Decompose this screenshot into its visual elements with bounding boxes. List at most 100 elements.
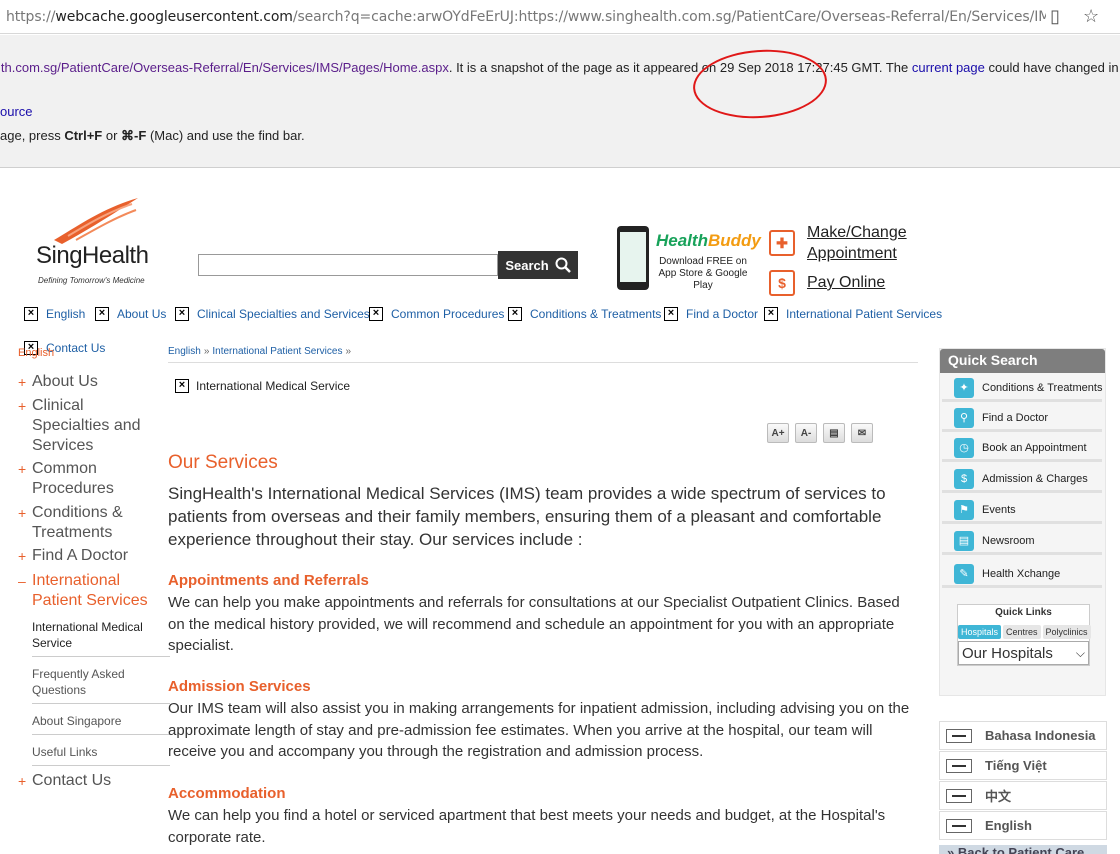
quick-search-title: Quick Search	[940, 349, 1105, 373]
flag-icon	[946, 788, 972, 803]
sidebar-item-clinical-specialties[interactable]: + Clinical Specialties and Services	[18, 396, 143, 456]
back-to-patient-care-link[interactable]: » Back to Patient Care	[939, 845, 1107, 854]
section-body-accommodation: We can help you find a hotel or serviced…	[168, 807, 886, 846]
quick-search-newsroom[interactable]: ▤ Newsroom	[942, 529, 1102, 555]
flag-icon: ⚑	[954, 499, 974, 520]
logo-swoosh-icon	[54, 198, 138, 244]
logo-text: SingHealth	[36, 242, 149, 269]
find-doctor-icon: ⚲	[954, 407, 974, 428]
view-source-link[interactable]: ource	[0, 104, 33, 119]
reader-mode-icon[interactable]: ▯	[1050, 6, 1060, 27]
sidebar-item-conditions-treatments[interactable]: + Conditions & Treatments	[18, 503, 136, 543]
lang-chinese[interactable]: 中文	[939, 781, 1107, 810]
current-page-link[interactable]: current page	[912, 60, 985, 75]
email-icon[interactable]: ✉	[851, 423, 873, 443]
sidebar-item-about-us[interactable]: + About Us	[18, 372, 98, 392]
breadcrumb: English» International Patient Services»	[168, 346, 352, 357]
search-button[interactable]: Search	[498, 251, 578, 279]
print-icon[interactable]: ▤	[823, 423, 845, 443]
sidebar-sub-international-medical-service[interactable]: International Medical Service	[32, 619, 170, 657]
phone-icon[interactable]	[617, 226, 649, 290]
breadcrumb-english[interactable]: English	[168, 346, 201, 357]
broken-image-icon: ×	[369, 307, 383, 321]
dollar-icon: $	[954, 468, 974, 489]
sidebar-item-international-patient-services[interactable]: – International Patient Services	[18, 571, 148, 611]
pay-online-link[interactable]: Pay Online	[807, 272, 885, 293]
dollar-icon: $	[769, 270, 795, 296]
broken-image-icon: ×	[764, 307, 778, 321]
broken-image-icon: ×	[508, 307, 522, 321]
lang-vietnamese[interactable]: Tiếng Việt	[939, 751, 1107, 780]
increase-font-button[interactable]: A+	[767, 423, 789, 443]
flag-icon	[946, 818, 972, 833]
breadcrumb-international-patient-services[interactable]: International Patient Services	[212, 346, 342, 357]
page-title: Our Services	[168, 452, 278, 473]
page-tools: A+ A- ▤ ✉	[767, 423, 873, 443]
quick-search-find-doctor[interactable]: ⚲ Find a Doctor	[942, 406, 1102, 432]
logo-tagline: Defining Tomorrow's Medicine	[38, 276, 145, 285]
cache-info-line: lth.com.sg/PatientCare/Overseas-Referral…	[0, 60, 1119, 75]
healthbuddy-subtext: Download FREE on App Store & Google Play	[658, 256, 748, 291]
search-icon	[555, 257, 571, 273]
cache-banner: lth.com.sg/PatientCare/Overseas-Referral…	[0, 35, 1120, 168]
quick-links-tabs: Hospitals Centres Polyclinics	[958, 625, 1091, 639]
hospital-select[interactable]: Our Hospitals ⌵	[958, 641, 1089, 665]
tab-centres[interactable]: Centres	[1003, 625, 1041, 639]
tab-hospitals[interactable]: Hospitals	[958, 625, 1002, 639]
sidebar-item-find-doctor[interactable]: + Find A Doctor	[18, 546, 128, 566]
quick-search-admission[interactable]: $ Admission & Charges	[942, 467, 1102, 493]
healthbuddy-title[interactable]: HealthBuddy	[656, 231, 761, 251]
decrease-font-button[interactable]: A-	[795, 423, 817, 443]
sidebar-english-label[interactable]: English	[18, 347, 54, 359]
sidebar-sub-useful-links[interactable]: Useful Links	[32, 744, 170, 766]
address-bar[interactable]: https://webcache.googleusercontent.com/s…	[0, 0, 1120, 34]
sidebar-item-contact-us[interactable]: + Contact Us	[18, 771, 111, 791]
sidebar-sub-about-singapore[interactable]: About Singapore	[32, 713, 170, 735]
intro-text: SingHealth's International Medical Servi…	[168, 484, 886, 549]
lang-bahasa-indonesia[interactable]: Bahasa Indonesia	[939, 721, 1107, 750]
broken-image-icon: ×	[24, 307, 38, 321]
nav-conditions-treatments[interactable]: × Conditions & Treatments	[508, 307, 661, 321]
url-text[interactable]: https://webcache.googleusercontent.com/s…	[6, 9, 1046, 25]
section-title-appointments: Appointments and Referrals	[168, 572, 369, 589]
broken-image-icon: ×	[95, 307, 109, 321]
quick-search-events[interactable]: ⚑ Events	[942, 498, 1102, 524]
section-body-appointments: We can help you make appointments and re…	[168, 594, 900, 654]
broken-image-icon: ×	[175, 379, 189, 393]
cached-url-link[interactable]: lth.com.sg/PatientCare/Overseas-Referral…	[0, 60, 449, 75]
singhealth-logo[interactable]: SingHealth Defining Tomorrow's Medicine	[36, 196, 160, 288]
nav-common-procedures[interactable]: × Common Procedures	[369, 307, 504, 321]
nav-about-us[interactable]: × About Us	[95, 307, 166, 321]
conditions-icon: ✦	[954, 377, 974, 398]
flag-icon	[946, 728, 972, 743]
clock-icon: ◷	[954, 437, 974, 458]
nav-english[interactable]: × English	[24, 307, 85, 321]
sidebar-sub-faq[interactable]: Frequently Asked Questions	[32, 666, 170, 704]
sidebar-item-common-procedures[interactable]: + Common Procedures	[18, 459, 128, 499]
bookmark-star-icon[interactable]: ☆	[1083, 6, 1099, 27]
quick-search-book-appointment[interactable]: ◷ Book an Appointment	[942, 436, 1102, 462]
nav-clinical-specialties[interactable]: × Clinical Specialties and Services	[175, 307, 370, 321]
chevron-down-icon: ⌵	[1075, 645, 1085, 660]
make-appointment-link[interactable]: Make/Change Appointment	[807, 222, 917, 264]
find-tip: age, press Ctrl+F or ⌘-F (Mac) and use t…	[0, 128, 305, 143]
sub-nav-international-medical-service[interactable]: × International Medical Service	[175, 379, 350, 393]
flag-icon	[946, 758, 972, 773]
section-body-admission: Our IMS team will also assist you in mak…	[168, 700, 910, 760]
quick-search-health-xchange[interactable]: ✎ Health Xchange	[942, 562, 1102, 588]
section-title-accommodation: Accommodation	[168, 785, 286, 802]
stethoscope-icon: ✚	[769, 230, 795, 256]
broken-image-icon: ×	[175, 307, 189, 321]
lang-english[interactable]: English	[939, 811, 1107, 840]
nav-international-patient-services[interactable]: × International Patient Services	[764, 307, 942, 321]
broken-image-icon: ×	[664, 307, 678, 321]
breadcrumb-divider	[168, 362, 918, 363]
nav-find-doctor[interactable]: × Find a Doctor	[664, 307, 758, 321]
tab-polyclinics[interactable]: Polyclinics	[1042, 625, 1091, 639]
quick-search-conditions[interactable]: ✦ Conditions & Treatments	[942, 376, 1102, 402]
quick-links-box: Quick Links Hospitals Centres Polyclinic…	[957, 604, 1091, 666]
search-input[interactable]	[198, 254, 498, 276]
quick-links-title: Quick Links	[995, 607, 1052, 618]
section-title-admission: Admission Services	[168, 678, 311, 695]
chat-icon: ✎	[954, 563, 974, 584]
